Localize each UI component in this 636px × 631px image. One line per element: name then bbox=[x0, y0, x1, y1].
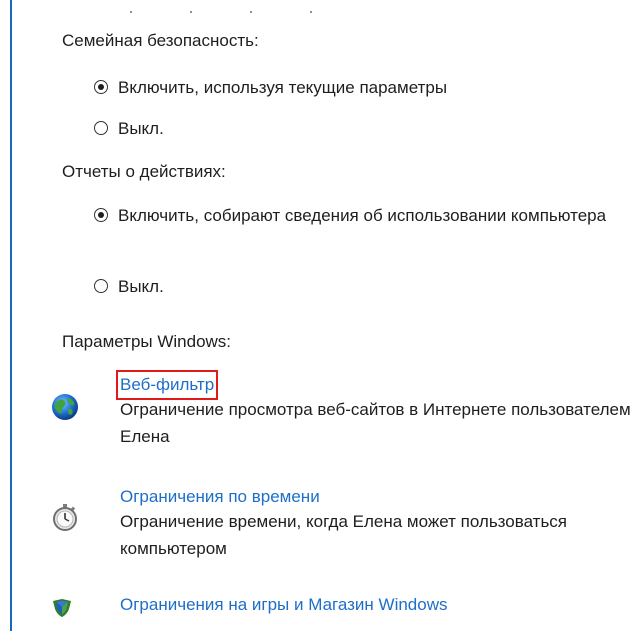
activity-reports-section: Отчеты о действиях: bbox=[62, 161, 226, 183]
shield-icon bbox=[53, 599, 71, 617]
time-limits-description: Ограничение времени, когда Елена может п… bbox=[120, 512, 568, 558]
activity-reports-on-label[interactable]: Включить, собирают сведения об использов… bbox=[118, 202, 606, 229]
web-filter-link[interactable]: Веб-фильтр bbox=[115, 370, 219, 400]
top-divider bbox=[130, 11, 342, 13]
globe-icon bbox=[52, 394, 78, 420]
stopwatch-icon bbox=[53, 504, 77, 531]
settings-panel: Семейная безопасность: Включить, использ… bbox=[0, 0, 636, 631]
activity-reports-off-label[interactable]: Выкл. bbox=[118, 273, 164, 300]
web-filter-setting: Веб-фильтр Ограничение просмотра веб-сай… bbox=[52, 370, 636, 450]
games-store-setting: Ограничения на игры и Магазин Windows bbox=[53, 594, 636, 617]
family-safety-off-label[interactable]: Выкл. bbox=[118, 115, 164, 142]
activity-reports-on-radio[interactable] bbox=[94, 208, 108, 222]
family-safety-on-option[interactable]: Включить, используя текущие параметры bbox=[62, 74, 447, 101]
activity-reports-off-option[interactable]: Выкл. bbox=[62, 273, 164, 300]
window-border bbox=[10, 0, 12, 631]
family-safety-on-radio[interactable] bbox=[94, 80, 108, 94]
games-store-link[interactable]: Ограничения на игры и Магазин Windows bbox=[120, 594, 447, 616]
web-filter-description: Ограничение просмотра веб-сайтов в Интер… bbox=[120, 400, 631, 446]
activity-reports-on-option[interactable]: Включить, собирают сведения об использов… bbox=[62, 202, 606, 229]
time-limits-link[interactable]: Ограничения по времени bbox=[120, 486, 320, 508]
family-safety-section: Семейная безопасность: bbox=[62, 30, 259, 52]
family-safety-off-option[interactable]: Выкл. bbox=[62, 115, 164, 142]
activity-reports-title: Отчеты о действиях: bbox=[62, 162, 226, 181]
family-safety-off-radio[interactable] bbox=[94, 121, 108, 135]
family-safety-title: Семейная безопасность: bbox=[62, 31, 259, 50]
windows-settings-title: Параметры Windows: bbox=[62, 332, 232, 351]
activity-reports-off-radio[interactable] bbox=[94, 279, 108, 293]
family-safety-on-label[interactable]: Включить, используя текущие параметры bbox=[118, 74, 447, 101]
windows-settings-section: Параметры Windows: bbox=[62, 331, 231, 353]
time-limits-setting: Ограничения по времени Ограничение време… bbox=[53, 486, 636, 562]
